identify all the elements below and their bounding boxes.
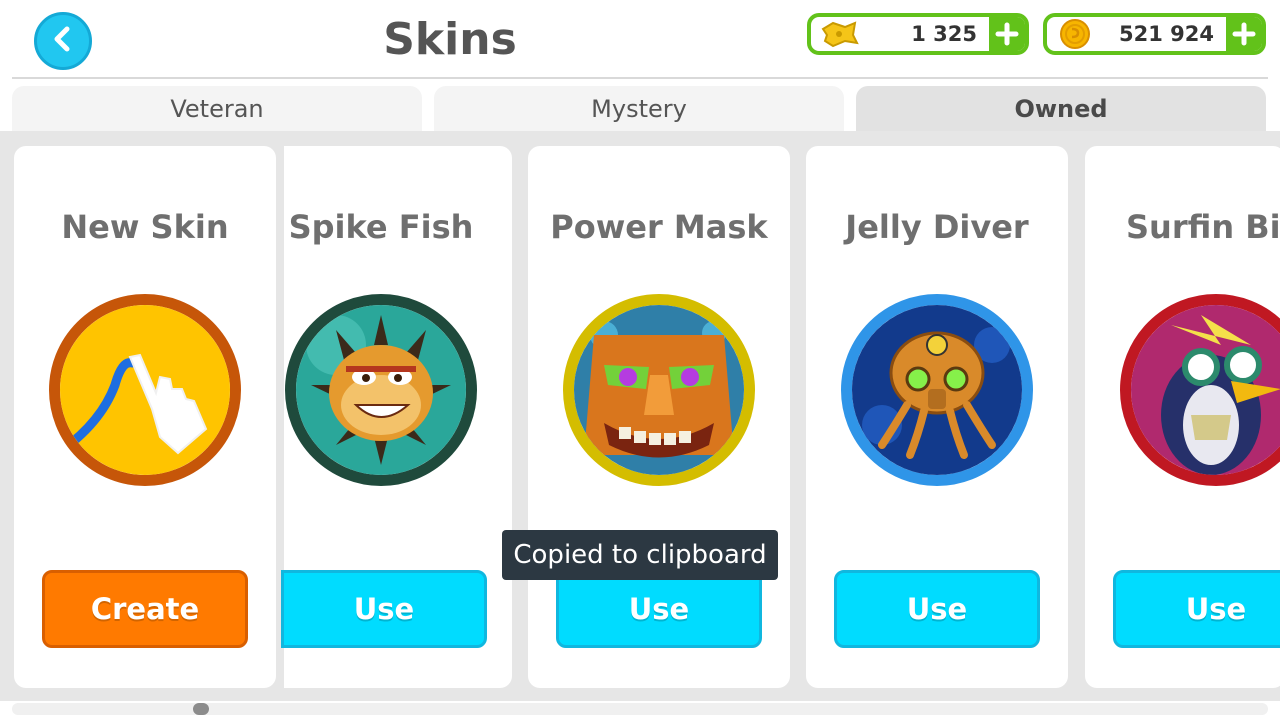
skin-card-surfin-bird[interactable]: Surfin Bird Use — [1085, 146, 1280, 688]
ticket-icon — [817, 17, 861, 51]
scrollbar-thumb[interactable] — [193, 703, 209, 715]
use-button[interactable]: Use — [834, 570, 1040, 648]
back-button[interactable] — [34, 12, 92, 70]
skin-title: Spike Fish — [288, 208, 474, 246]
add-tickets-button[interactable] — [989, 17, 1025, 51]
use-button[interactable]: Use — [556, 570, 762, 648]
use-button[interactable]: Use — [1113, 570, 1280, 648]
surfin-bird-avatar — [1120, 294, 1280, 486]
header-divider — [12, 77, 1268, 79]
jelly-diver-avatar — [841, 294, 1033, 486]
skins-list[interactable]: New Skin Create Spike Fish Use Power Mas… — [0, 131, 1280, 701]
skin-title: Jelly Diver — [845, 208, 1029, 246]
coins-counter: 521 924 — [1043, 13, 1266, 55]
skin-card-new-skin[interactable]: New Skin Create — [14, 146, 276, 688]
toast-message: Copied to clipboard — [502, 530, 778, 580]
plus-icon — [995, 22, 1019, 46]
add-coins-button[interactable] — [1226, 17, 1262, 51]
tab-veteran[interactable]: Veteran — [12, 86, 422, 132]
chevron-left-icon — [49, 25, 77, 57]
tickets-amount: 1 325 — [911, 22, 977, 46]
skin-title: Power Mask — [550, 208, 768, 246]
create-button[interactable]: Create — [42, 570, 248, 648]
tab-owned[interactable]: Owned — [856, 86, 1266, 132]
skin-card-power-mask[interactable]: Power Mask Use — [528, 146, 790, 688]
coins-amount: 521 924 — [1119, 22, 1214, 46]
coin-icon — [1053, 17, 1097, 51]
use-button[interactable]: Use — [281, 570, 487, 648]
page-title: Skins — [383, 14, 517, 65]
skin-title: New Skin — [61, 208, 229, 246]
draw-skin-icon — [49, 294, 241, 486]
power-mask-avatar — [563, 294, 755, 486]
tab-mystery[interactable]: Mystery — [434, 86, 844, 132]
spike-fish-avatar — [285, 294, 477, 486]
skin-card-jelly-diver[interactable]: Jelly Diver Use — [806, 146, 1068, 688]
skin-card-spike-fish[interactable]: Spike Fish Use — [281, 146, 512, 688]
plus-icon — [1232, 22, 1256, 46]
skin-title: Surfin Bird — [1126, 208, 1280, 246]
tickets-counter: 1 325 — [807, 13, 1029, 55]
